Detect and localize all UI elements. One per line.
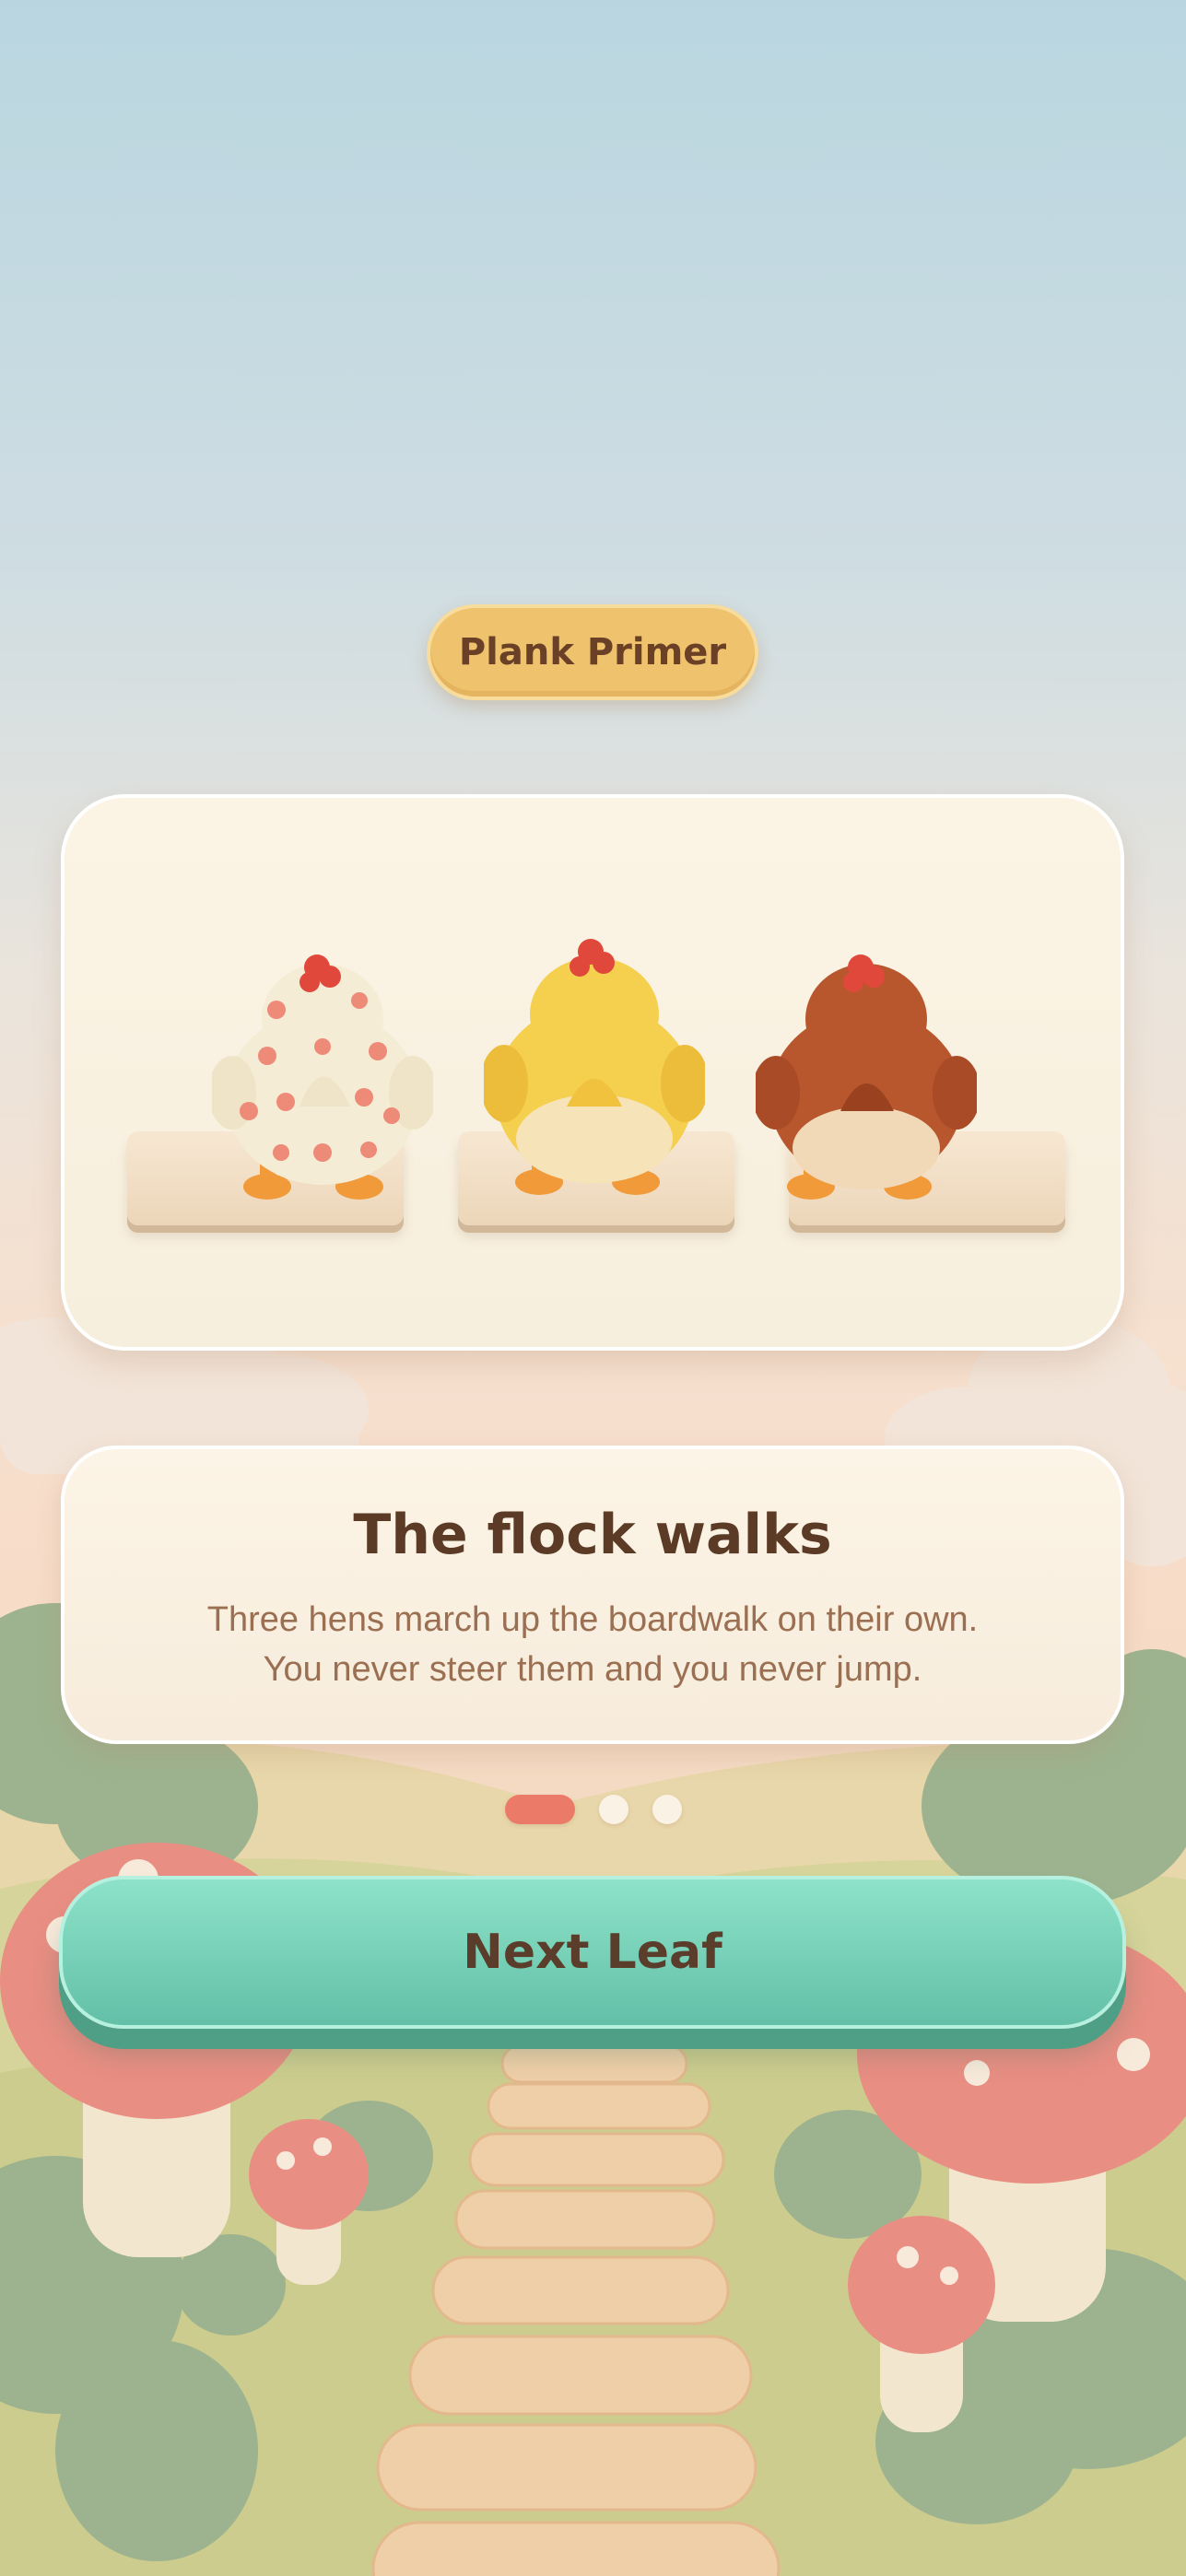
info-body-line-2: You never steer them and you never jump. xyxy=(263,1650,922,1689)
page-dot-3[interactable] xyxy=(652,1795,682,1824)
brown-hen-icon xyxy=(756,954,977,1200)
info-card: The flock walks Three hens march up the … xyxy=(61,1446,1124,1744)
illustration-card xyxy=(61,794,1124,1351)
page-dot-1[interactable] xyxy=(504,1795,575,1824)
info-title: The flock walks xyxy=(353,1503,832,1567)
next-leaf-button[interactable]: Next Leaf xyxy=(59,1876,1126,2029)
yellow-hen-icon xyxy=(484,939,705,1195)
page-title-badge: Plank Primer xyxy=(427,604,758,700)
speckled-hen-icon xyxy=(212,954,433,1200)
info-body-line-1: Three hens march up the boardwalk on the… xyxy=(206,1600,979,1639)
page-dot-2[interactable] xyxy=(598,1795,628,1824)
pagination-dots xyxy=(0,1795,1186,1824)
next-leaf-button-label: Next Leaf xyxy=(463,1925,722,1980)
